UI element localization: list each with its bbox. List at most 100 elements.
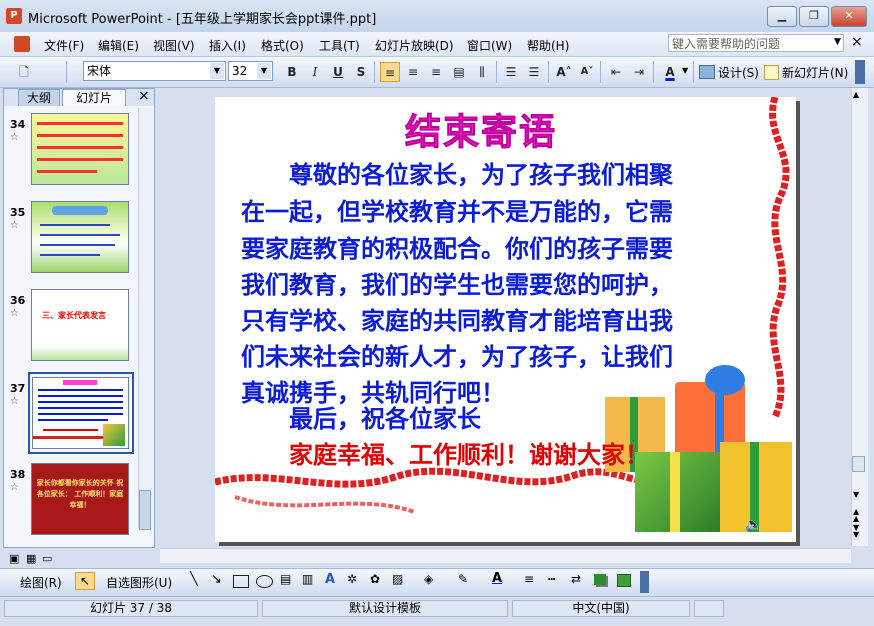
fill-color-icon[interactable]: ◈	[424, 572, 433, 586]
slide-thumbnail-37[interactable]	[32, 377, 129, 449]
menu-file[interactable]: 文件(F)	[44, 37, 84, 54]
dash-style-icon[interactable]: ┅	[548, 572, 555, 586]
previous-slide-icon[interactable]: ▲ ▲	[853, 508, 859, 523]
align-left-icon[interactable]: ≡	[380, 62, 400, 82]
current-slide[interactable]: 🔈 结束寄语 尊敬的各位家长，为了孩子我们相聚 在一起，但学校教育并不是万能的，…	[215, 97, 796, 542]
bold-button[interactable]: B	[282, 62, 302, 82]
shadow-button[interactable]: S	[351, 62, 371, 82]
shadow-style-icon[interactable]	[594, 574, 606, 585]
slide-thumbnail-34[interactable]	[31, 113, 129, 185]
menu-slideshow[interactable]: 幻灯片放映(D)	[375, 37, 454, 54]
draw-menu-button[interactable]: 绘图(R)	[20, 574, 62, 591]
panel-close-button[interactable]: ×	[138, 88, 150, 104]
new-document-icon[interactable]: 🗋	[14, 62, 34, 82]
powerpoint-app-icon[interactable]: P	[6, 8, 22, 24]
closing-text-line[interactable]: 家庭幸福、工作顺利！谢谢大家！	[241, 435, 649, 470]
close-window-button[interactable]: ✕	[831, 6, 867, 27]
vertical-textbox-icon[interactable]: ▥	[302, 572, 313, 586]
decrease-indent-icon[interactable]: ⇤	[606, 62, 626, 82]
line-style-icon[interactable]: ≡	[524, 572, 534, 586]
thumb-text-line	[37, 122, 123, 125]
slide-sorter-icon[interactable]: ▦	[26, 552, 36, 565]
separator	[600, 61, 601, 83]
horizontal-scrollbar[interactable]	[160, 548, 851, 563]
drawbar-options-icon[interactable]	[640, 571, 649, 593]
slide-title[interactable]: 结束寄语	[404, 103, 557, 155]
italic-button[interactable]: I	[305, 62, 325, 82]
clipart-icon[interactable]: ✿	[370, 572, 380, 586]
vertical-scrollbar[interactable]	[851, 88, 868, 546]
tab-outline[interactable]: 大纲	[18, 89, 60, 107]
slide-thumbnail-38[interactable]: 家长你都看你家长的关怀 祝各位家长： 工作顺利！家庭幸福！	[31, 463, 129, 535]
decrease-font-icon[interactable]: A˅	[577, 62, 597, 82]
gift-bow	[705, 365, 745, 395]
speaker-icon[interactable]: 🔈	[745, 517, 762, 533]
chevron-down-icon[interactable]: ▼	[682, 66, 688, 75]
align-right-icon[interactable]: ≡	[426, 62, 446, 82]
underline-button[interactable]: U	[328, 62, 348, 82]
3d-style-icon[interactable]	[617, 574, 631, 587]
scroll-up-icon[interactable]: ▲	[853, 90, 859, 99]
picture-icon[interactable]: ▨	[392, 572, 403, 586]
vertical-scroll-thumb[interactable]	[852, 456, 865, 472]
document-icon[interactable]	[14, 36, 30, 52]
restore-button[interactable]: ❐	[799, 6, 829, 27]
star-icon: ☆	[10, 396, 19, 407]
scroll-down-icon[interactable]: ▼	[853, 490, 859, 499]
thumb-closing-text: 家长你都看你家长的关怀 祝各位家长： 工作顺利！家庭幸福！	[36, 479, 124, 509]
tab-slides[interactable]: 幻灯片	[62, 89, 126, 106]
autoshapes-button[interactable]: 自选图形(U)	[106, 574, 172, 591]
line-color-icon[interactable]: ✎	[458, 572, 468, 586]
bullets-icon[interactable]: ☰	[524, 62, 544, 82]
font-size-select[interactable]: 32 ▼	[228, 61, 273, 81]
align-center-icon[interactable]: ≡	[403, 62, 423, 82]
next-slide-icon[interactable]: ▼ ▼	[853, 524, 859, 539]
numbering-icon[interactable]: ☰	[501, 62, 521, 82]
menu-tools[interactable]: 工具(T)	[319, 37, 360, 54]
separator	[548, 61, 549, 83]
arrow-tool-icon[interactable]: ↘	[211, 572, 222, 587]
line-tool-icon[interactable]: ╲	[190, 572, 198, 587]
increase-indent-icon[interactable]: ⇥	[629, 62, 649, 82]
menu-insert[interactable]: 插入(I)	[209, 37, 246, 54]
arrow-style-icon[interactable]: ⇄	[571, 572, 581, 586]
document-close-button[interactable]: ×	[851, 34, 863, 50]
increase-font-icon[interactable]: A˄	[554, 62, 574, 82]
body-text-line[interactable]: 最后，祝各位家长	[241, 399, 481, 434]
body-text-line[interactable]: 我们教育，我们的学生也需要您的呵护，	[241, 265, 673, 300]
body-text-line[interactable]: 尊敬的各位家长，为了孩子我们相聚	[241, 155, 673, 190]
textbox-tool-icon[interactable]: ▤	[280, 572, 291, 586]
rectangle-tool-icon[interactable]	[233, 575, 249, 588]
oval-tool-icon[interactable]	[256, 575, 273, 588]
menu-window[interactable]: 窗口(W)	[467, 37, 512, 54]
help-dropdown-icon[interactable]: ▼	[834, 37, 841, 47]
menu-format[interactable]: 格式(O)	[261, 37, 304, 54]
menu-view[interactable]: 视图(V)	[153, 37, 195, 54]
thumbnail-scrollbar[interactable]	[138, 108, 153, 528]
slide-thumbnail-35[interactable]	[31, 201, 129, 273]
font-name-select[interactable]: 宋体 ▼	[83, 61, 226, 81]
minimize-button[interactable]: ▁	[767, 6, 797, 27]
body-text-line[interactable]: 在一起，但学校教育并不是万能的，它需	[241, 192, 673, 227]
text-direction-icon[interactable]: ⫼	[472, 62, 492, 82]
slide-thumbnail-36[interactable]: 三、家长代表发言	[31, 289, 129, 361]
menu-help[interactable]: 帮助(H)	[527, 37, 569, 54]
font-color-draw-icon[interactable]: A	[492, 571, 502, 586]
slideshow-view-icon[interactable]: ▭	[42, 552, 52, 565]
design-button[interactable]: 设计(S)	[718, 64, 759, 81]
diagram-icon[interactable]: ✲	[347, 572, 357, 586]
thumbnail-scroll-thumb[interactable]	[139, 490, 151, 530]
thumb-text-line	[38, 395, 123, 397]
body-text-line[interactable]: 只有学校、家庭的共同教育才能培育出我	[241, 301, 673, 336]
select-pointer-icon[interactable]: ↖	[75, 572, 95, 590]
help-search-input[interactable]: 键入需要帮助的问题	[668, 34, 844, 52]
toolbar-options-icon[interactable]	[855, 60, 865, 84]
new-slide-button[interactable]: 新幻灯片(N)	[782, 64, 848, 81]
normal-view-icon[interactable]: ▣	[9, 552, 19, 565]
menu-edit[interactable]: 编辑(E)	[98, 37, 139, 54]
distribute-icon[interactable]: ▤	[449, 62, 469, 82]
body-text-line[interactable]: 们未来社会的新人才，为了孩子，让我们	[241, 337, 673, 372]
font-color-icon[interactable]: A	[660, 62, 680, 82]
body-text-line[interactable]: 要家庭教育的积极配合。你们的孩子需要	[241, 229, 673, 264]
wordart-icon[interactable]: A	[325, 572, 335, 587]
